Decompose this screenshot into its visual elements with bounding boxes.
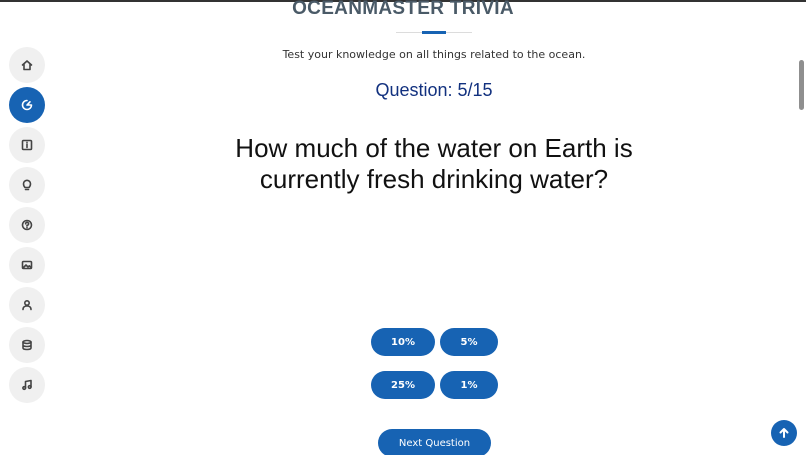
title-divider-accent <box>422 31 446 34</box>
page-title: OCEANMASTER TRIVIA <box>292 0 514 19</box>
title-divider <box>396 31 472 34</box>
answer-button-4[interactable]: 1% <box>440 371 498 399</box>
answer-button-2[interactable]: 5% <box>440 328 498 356</box>
question-counter: Question: 5/15 <box>375 80 493 100</box>
info-icon <box>21 139 33 151</box>
help-icon <box>21 219 33 231</box>
database-icon <box>22 339 32 351</box>
home-icon <box>21 60 33 71</box>
sidebar-item-help[interactable] <box>9 207 45 243</box>
arrow-up-icon <box>779 428 789 438</box>
sidebar-item-profile[interactable] <box>9 287 45 323</box>
sidebar-item-quiz[interactable] <box>9 87 45 123</box>
pie-chart-icon <box>21 99 33 111</box>
page-scrollbar-thumb[interactable] <box>799 60 804 110</box>
question-text: How much of the water on Earth is curren… <box>235 133 633 194</box>
sidebar-item-facts[interactable] <box>9 167 45 203</box>
scroll-to-top-button[interactable] <box>771 420 797 446</box>
page-subtitle: Test your knowledge on all things relate… <box>282 48 586 61</box>
lightbulb-icon <box>22 179 32 191</box>
next-question-button[interactable]: Next Question <box>378 429 491 455</box>
answer-button-3[interactable]: 25% <box>371 371 435 399</box>
image-icon <box>21 260 33 270</box>
sidebar-item-about[interactable] <box>9 127 45 163</box>
sidebar-item-music[interactable] <box>9 367 45 403</box>
music-icon <box>22 379 32 391</box>
sidebar-item-home[interactable] <box>9 47 45 83</box>
sidebar-item-gallery[interactable] <box>9 247 45 283</box>
sidebar-item-data[interactable] <box>9 327 45 363</box>
user-icon <box>22 299 32 311</box>
answer-button-1[interactable]: 10% <box>371 328 435 356</box>
